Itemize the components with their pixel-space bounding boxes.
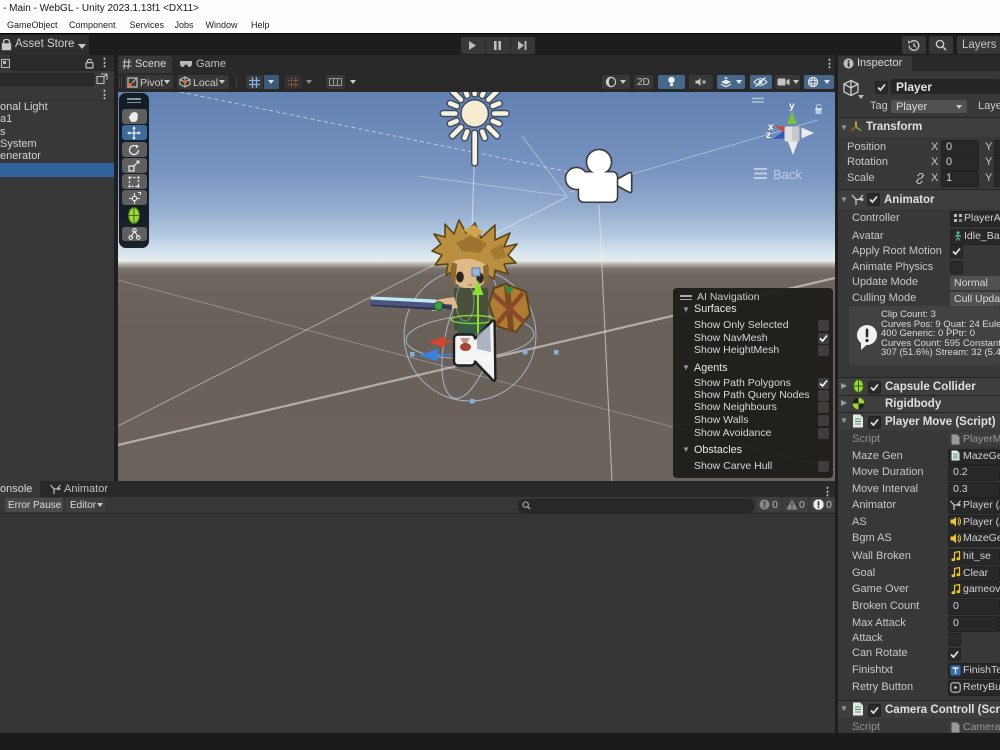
svg-text:y: y bbox=[789, 101, 795, 112]
svg-text:z: z bbox=[766, 130, 771, 141]
svg-text:Back: Back bbox=[773, 167, 802, 182]
